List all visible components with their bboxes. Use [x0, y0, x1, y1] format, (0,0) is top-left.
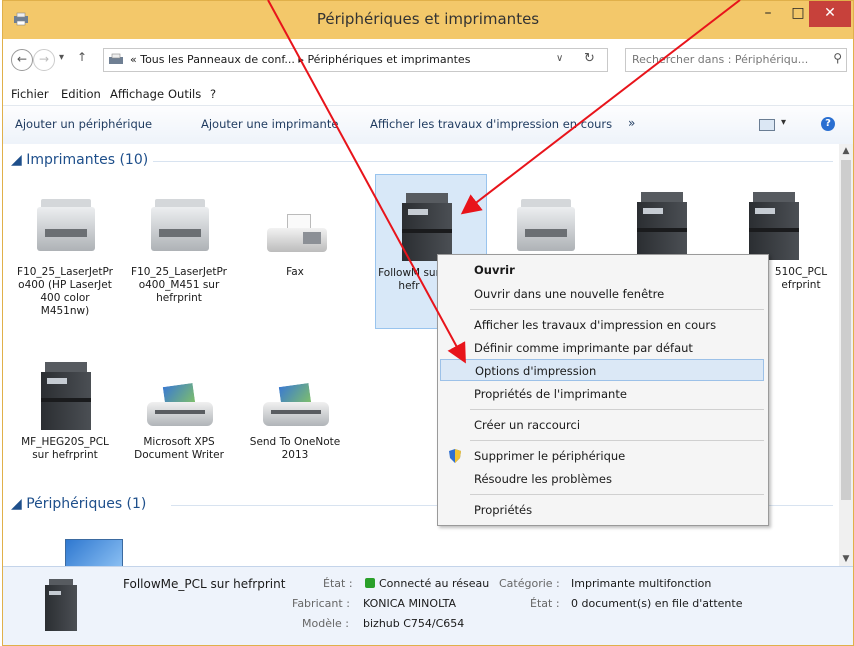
queue-label: État : [530, 597, 560, 610]
menu-outils[interactable]: Outils [168, 87, 201, 101]
menu-open[interactable]: Ouvrir [440, 259, 764, 281]
uac-shield-icon [449, 449, 461, 463]
menu-printer-properties[interactable]: Propriétés de l'imprimante [440, 383, 764, 405]
search-icon[interactable]: ⚲ [833, 51, 842, 65]
fax-icon [267, 214, 327, 254]
multifunction-printer-icon [749, 192, 799, 262]
printer-item-onenote[interactable]: Send To OneNote 2013 [245, 344, 345, 499]
group-printers-title: Imprimantes (10) [26, 152, 149, 168]
address-dropdown-icon[interactable]: ∨ [556, 53, 563, 64]
multifunction-printer-icon [402, 193, 452, 263]
refresh-icon[interactable]: ↻ [584, 51, 595, 66]
category-label: Catégorie : [499, 577, 560, 590]
multifunction-printer-icon [41, 362, 91, 432]
monitor-device-icon[interactable] [65, 539, 123, 566]
more-commands-button[interactable]: » [628, 116, 635, 130]
printer-item-mf-heg20s[interactable]: MF_HEG20S_PCL sur hefrprint [15, 344, 115, 499]
laser-printer-icon [37, 199, 95, 255]
menu-open-new-window[interactable]: Ouvrir dans une nouvelle fenêtre [440, 283, 764, 305]
menu-separator [470, 409, 764, 410]
queue-value: 0 document(s) en file d'attente [571, 597, 743, 610]
group-printers-header[interactable]: ◢ Imprimantes (10) [11, 152, 148, 168]
model-value: bizhub C754/C654 [363, 617, 465, 630]
scroll-down-icon[interactable]: ▼ [839, 552, 853, 566]
multifunction-printer-icon [637, 192, 687, 262]
scroll-thumb[interactable] [841, 160, 851, 500]
menu-affichage[interactable]: Affichage [110, 87, 164, 101]
breadcrumb[interactable]: « Tous les Panneaux de conf... ▸ Périphé… [130, 53, 470, 66]
back-button[interactable]: ← [11, 49, 33, 71]
menu-remove-device[interactable]: Supprimer le périphérique [440, 445, 764, 467]
menu-troubleshoot[interactable]: Résoudre les problèmes [440, 468, 764, 490]
group-divider [153, 161, 833, 162]
vertical-scrollbar[interactable]: ▲ ▼ [839, 144, 853, 566]
view-dropdown-icon[interactable]: ▾ [781, 117, 786, 128]
laser-printer-icon [517, 199, 575, 255]
up-arrow-icon[interactable]: ↑ [77, 50, 87, 64]
close-button[interactable]: ✕ [809, 1, 851, 27]
model-label: Modèle : [302, 617, 349, 630]
command-bar: Ajouter un périphérique Ajouter une impr… [3, 105, 853, 145]
menu-separator [470, 309, 764, 310]
printer-label: F10_25_LaserJetPr o400_M451 sur hefrprin… [131, 266, 227, 304]
printer-label: FollowM sur hefr [378, 267, 440, 292]
printer-label: Send To OneNote 2013 [249, 436, 341, 461]
context-menu: Ouvrir Ouvrir dans une nouvelle fenêtre … [437, 254, 769, 526]
menu-print-options[interactable]: Options d'impression [440, 359, 764, 381]
forward-button[interactable]: → [33, 49, 55, 71]
laser-printer-icon [151, 199, 209, 255]
search-placeholder: Rechercher dans : Périphériqu... [632, 53, 809, 66]
menu-bar: Fichier Edition Affichage Outils ? [3, 82, 853, 104]
show-print-jobs-button[interactable]: Afficher les travaux d'impression en cou… [370, 117, 612, 131]
recent-dropdown-icon[interactable]: ▾ [59, 52, 64, 63]
selected-printer-icon [45, 579, 77, 631]
search-input[interactable]: Rechercher dans : Périphériqu... ⚲ [625, 48, 847, 72]
state-label: État : [323, 577, 353, 590]
group-devices-header[interactable]: ◢ Périphériques (1) [11, 496, 146, 512]
group-devices-title: Périphériques (1) [26, 496, 147, 512]
add-device-button[interactable]: Ajouter un périphérique [15, 117, 152, 131]
category-value: Imprimante multifonction [571, 577, 712, 590]
printer-item-microsoft-xps[interactable]: Microsoft XPS Document Writer [129, 344, 229, 499]
printer-label: F10_25_LaserJetPr o400 (HP LaserJet 400 … [17, 266, 113, 317]
collapse-triangle-icon: ◢ [11, 152, 27, 168]
printer-label: 510C_PCL efrprint [774, 266, 828, 291]
network-status-icon [365, 578, 375, 588]
control-panel-icon [109, 53, 123, 64]
state-value: Connecté au réseau [363, 577, 489, 590]
scroll-up-icon[interactable]: ▲ [839, 144, 853, 158]
details-pane: FollowMe_PCL sur hefrprint État : Connec… [3, 566, 853, 645]
collapse-triangle-icon: ◢ [11, 496, 27, 512]
navigation-bar: ← → ▾ ↑ « Tous les Panneaux de conf... ▸… [3, 39, 853, 79]
printer-item-fax[interactable]: Fax [245, 174, 345, 329]
menu-properties[interactable]: Propriétés [440, 499, 764, 521]
printer-item-laserjet-m451-hefrprint[interactable]: F10_25_LaserJetPr o400_M451 sur hefrprin… [129, 174, 229, 329]
title-bar[interactable]: Périphériques et imprimantes – □ ✕ [3, 1, 853, 39]
virtual-printer-icon [147, 381, 213, 428]
printer-item-laserjet-m451nw[interactable]: F10_25_LaserJetPr o400 (HP LaserJet 400 … [15, 174, 115, 329]
menu-set-default-printer[interactable]: Définir comme imprimante par défaut [440, 337, 764, 359]
help-icon[interactable]: ? [821, 117, 835, 131]
menu-help[interactable]: ? [210, 87, 216, 101]
printer-label: Microsoft XPS Document Writer [134, 436, 224, 461]
menu-separator [470, 494, 764, 495]
printer-label: Fax [286, 266, 304, 278]
menu-separator [470, 440, 764, 441]
printer-label: MF_HEG20S_PCL sur hefrprint [21, 436, 109, 461]
window-title: Périphériques et imprimantes [316, 10, 540, 28]
address-bar[interactable]: « Tous les Panneaux de conf... ▸ Périphé… [103, 48, 608, 72]
selected-device-name: FollowMe_PCL sur hefrprint [123, 577, 286, 591]
minimize-button[interactable]: – [753, 1, 783, 27]
menu-create-shortcut[interactable]: Créer un raccourci [440, 414, 764, 436]
menu-show-print-jobs[interactable]: Afficher les travaux d'impression en cou… [440, 314, 764, 336]
maker-label: Fabricant : [292, 597, 350, 610]
add-printer-button[interactable]: Ajouter une imprimante [201, 117, 338, 131]
menu-edition[interactable]: Edition [61, 87, 101, 101]
change-view-icon[interactable] [759, 119, 775, 131]
maker-value: KONICA MINOLTA [363, 597, 457, 610]
virtual-printer-icon [263, 381, 329, 428]
menu-fichier[interactable]: Fichier [11, 87, 49, 101]
